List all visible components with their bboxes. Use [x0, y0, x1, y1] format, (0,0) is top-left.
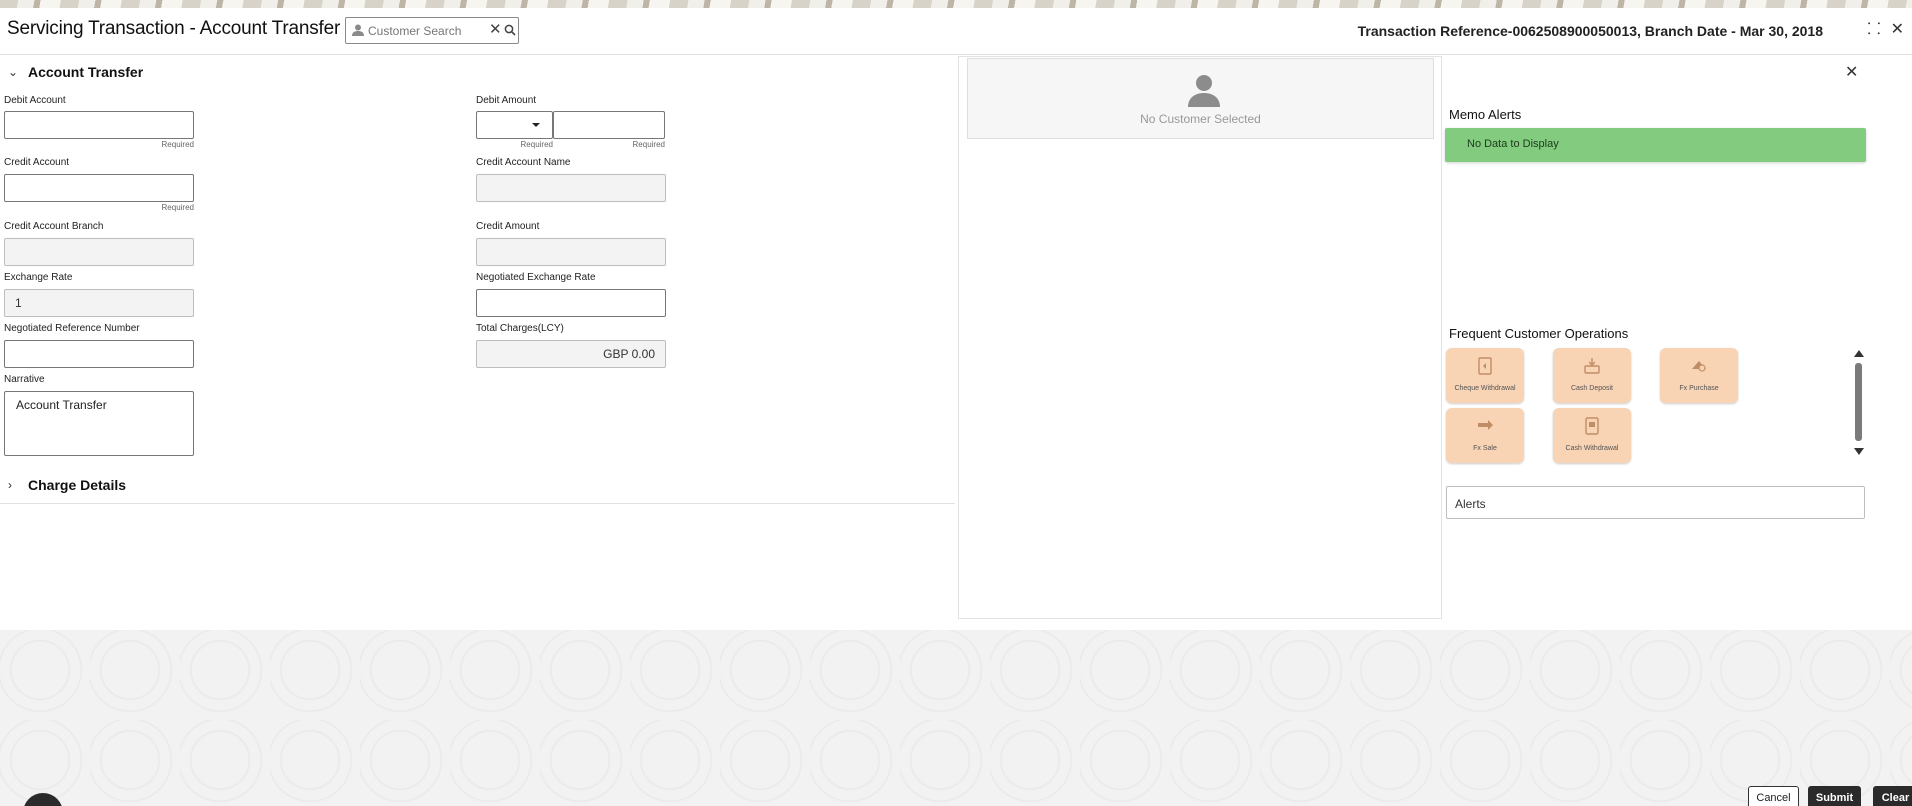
exchange-rate-label: Exchange Rate — [4, 272, 73, 283]
operation-label: Cash Deposit — [1570, 385, 1614, 392]
footer-background-pattern — [0, 630, 1912, 806]
chevron-down-icon: ⌄ — [8, 65, 19, 79]
header-actions: ⸬ ✕ — [1867, 21, 1904, 39]
credit-account-required: Required — [161, 203, 194, 212]
credit-account-branch-label: Credit Account Branch — [4, 221, 104, 232]
operations-scrollbar[interactable] — [1852, 350, 1864, 458]
scroll-thumb[interactable] — [1855, 363, 1862, 441]
debit-account-label: Debit Account — [4, 95, 66, 106]
fx-purchase-icon — [1692, 361, 1706, 372]
charge-details-section-toggle[interactable]: › Charge Details — [8, 477, 126, 493]
alerts-label: Alerts — [1455, 497, 1486, 511]
operation-label: Fx Sale — [1473, 445, 1497, 452]
frequent-operations-grid: Cheque Withdrawal Cash Deposit Fx Purcha… — [1446, 348, 1776, 463]
credit-account-name-field — [476, 174, 666, 202]
customer-info-panel: No Customer Selected — [958, 56, 1442, 619]
alerts-panel[interactable]: Alerts — [1446, 486, 1865, 519]
credit-account-label: Credit Account — [4, 157, 70, 168]
debit-amount-required: Required — [632, 140, 665, 149]
credit-account-name-label: Credit Account Name — [476, 157, 571, 168]
cheque-withdrawal-button[interactable]: Cheque Withdrawal — [1446, 348, 1524, 403]
collapse-icon[interactable]: ⸬ — [1867, 21, 1880, 39]
debit-account-input[interactable] — [4, 111, 194, 139]
avatar-icon — [1188, 75, 1220, 107]
total-charges-field — [476, 340, 666, 368]
cash-deposit-button[interactable]: Cash Deposit — [1553, 348, 1631, 403]
cash-deposit-icon — [1584, 358, 1600, 374]
section-divider — [0, 503, 955, 504]
account-transfer-section-toggle[interactable]: ⌄ Account Transfer — [8, 64, 143, 80]
debit-account-required: Required — [161, 140, 194, 149]
charge-details-section-title: Charge Details — [28, 477, 127, 493]
transaction-reference: Transaction Reference-0062508900050013, … — [1357, 23, 1823, 39]
frequent-operations-title: Frequent Customer Operations — [1449, 326, 1629, 341]
clear-search-icon[interactable]: ✕ — [489, 21, 502, 39]
credit-account-branch-field — [4, 238, 194, 266]
scroll-down-icon[interactable] — [1854, 448, 1864, 455]
fx-purchase-button[interactable]: Fx Purchase — [1660, 348, 1738, 403]
credit-amount-label: Credit Amount — [476, 221, 540, 232]
fx-sale-button[interactable]: Fx Sale — [1446, 408, 1524, 463]
negotiated-reference-number-label: Negotiated Reference Number — [4, 323, 140, 334]
memo-alerts-title: Memo Alerts — [1449, 107, 1522, 122]
user-icon — [352, 24, 364, 36]
panel-close-icon[interactable]: ✕ — [1845, 62, 1858, 82]
narrative-label: Narrative — [4, 374, 45, 385]
memo-alerts-empty-text: No Data to Display — [1467, 138, 1559, 150]
page-header: Servicing Transaction - Account Transfer… — [0, 8, 1912, 55]
negotiated-exchange-rate-label: Negotiated Exchange Rate — [476, 272, 596, 283]
cancel-button[interactable]: Cancel — [1748, 786, 1799, 806]
operation-label: Cheque Withdrawal — [1454, 385, 1516, 392]
credit-amount-field — [476, 238, 666, 266]
negotiated-reference-number-input[interactable] — [4, 340, 194, 368]
total-charges-label: Total Charges(LCY) — [476, 323, 564, 334]
debit-currency-required: Required — [520, 140, 553, 149]
customer-card: No Customer Selected — [967, 58, 1434, 139]
customer-search-input[interactable] — [368, 21, 478, 40]
close-icon[interactable]: ✕ — [1891, 21, 1904, 39]
clear-button[interactable]: Clear — [1873, 786, 1912, 806]
exchange-rate-field — [4, 289, 194, 317]
cheque-icon — [1478, 357, 1492, 375]
credit-account-input[interactable] — [4, 174, 194, 202]
debit-amount-label: Debit Amount — [476, 95, 537, 106]
fx-sale-icon — [1478, 420, 1493, 430]
memo-alerts-empty-bar: No Data to Display — [1445, 128, 1866, 162]
cash-withdrawal-icon — [1585, 417, 1599, 435]
operation-label: Cash Withdrawal — [1565, 445, 1619, 452]
account-transfer-section-title: Account Transfer — [28, 64, 144, 80]
scroll-up-icon[interactable] — [1854, 350, 1864, 357]
chevron-right-icon: › — [8, 478, 12, 492]
narrative-textarea[interactable]: Account Transfer — [4, 391, 194, 456]
no-customer-text: No Customer Selected — [1140, 112, 1261, 126]
debit-amount-input[interactable] — [553, 111, 665, 139]
chevron-down-icon — [532, 123, 540, 127]
debit-currency-select[interactable] — [476, 111, 553, 139]
decorative-top-strip — [0, 0, 1912, 8]
submit-button[interactable]: Submit — [1808, 786, 1861, 806]
cash-withdrawal-button[interactable]: Cash Withdrawal — [1553, 408, 1631, 463]
search-icon[interactable] — [504, 24, 516, 36]
page-title: Servicing Transaction - Account Transfer — [7, 18, 341, 39]
operation-label: Fx Purchase — [1679, 385, 1719, 392]
negotiated-exchange-rate-input[interactable] — [476, 289, 666, 317]
customer-search-box[interactable]: ✕ — [345, 17, 519, 44]
